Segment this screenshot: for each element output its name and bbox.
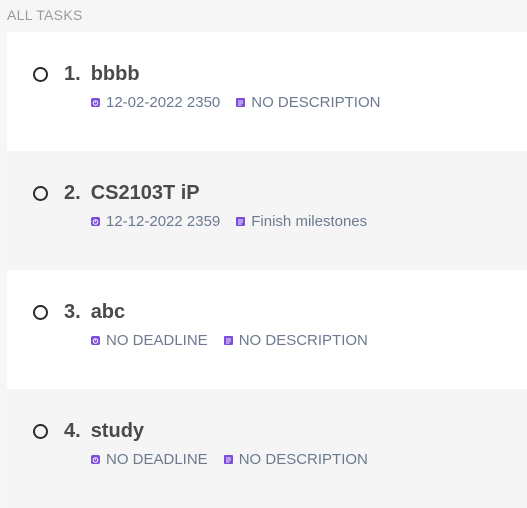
task-number: 3.	[64, 301, 81, 323]
task-meta: NO DEADLINE NO DESCRIPTION	[91, 332, 368, 349]
task-title: 4. study	[64, 420, 144, 443]
task-description: NO DESCRIPTION	[238, 451, 368, 468]
task-number: 1.	[64, 63, 81, 85]
task-deadline: NO DEADLINE	[106, 332, 208, 349]
task-name: study	[90, 420, 145, 442]
task-description: NO DESCRIPTION	[251, 94, 381, 111]
note-icon	[236, 98, 246, 107]
task-number: 2.	[64, 182, 81, 204]
task-list: 1. bbbb 12-02-2022 2350 NO DESCRIPTION 2.…	[7, 32, 527, 508]
task-meta: 12-02-2022 2350 NO DESCRIPTION	[91, 94, 380, 111]
task-checkbox[interactable]	[33, 186, 48, 201]
task-card[interactable]: 4. study NO DEADLINE NO DESCRIPTION	[7, 389, 527, 508]
task-name: bbbb	[90, 63, 140, 85]
task-checkbox[interactable]	[33, 305, 48, 320]
task-title: 1. bbbb	[64, 63, 140, 86]
task-meta: NO DEADLINE NO DESCRIPTION	[91, 451, 368, 468]
task-checkbox[interactable]	[33, 424, 48, 439]
note-icon	[223, 336, 233, 345]
task-deadline: NO DEADLINE	[106, 451, 208, 468]
clock-icon	[91, 336, 100, 345]
clock-icon	[91, 217, 100, 226]
task-title: 2. CS2103T iP	[64, 182, 200, 205]
task-name: abc	[90, 301, 126, 323]
task-deadline: 12-02-2022 2350	[106, 94, 221, 111]
task-name: CS2103T iP	[90, 182, 200, 204]
task-card[interactable]: 3. abc NO DEADLINE NO DESCRIPTION	[7, 270, 527, 389]
note-icon	[236, 217, 246, 226]
task-description: NO DESCRIPTION	[238, 332, 368, 349]
task-description: Finish milestones	[251, 213, 368, 230]
task-checkbox[interactable]	[33, 67, 48, 82]
task-number: 4.	[64, 420, 81, 442]
task-title: 3. abc	[64, 301, 125, 324]
note-icon	[223, 455, 233, 464]
section-header: ALL TASKS	[7, 7, 83, 23]
task-meta: 12-12-2022 2359 Finish milestones	[91, 213, 367, 230]
clock-icon	[91, 98, 100, 107]
task-card[interactable]: 1. bbbb 12-02-2022 2350 NO DESCRIPTION	[7, 32, 527, 151]
clock-icon	[91, 455, 100, 464]
task-card[interactable]: 2. CS2103T iP 12-12-2022 2359 Finish mile…	[7, 151, 527, 270]
task-deadline: 12-12-2022 2359	[106, 213, 221, 230]
